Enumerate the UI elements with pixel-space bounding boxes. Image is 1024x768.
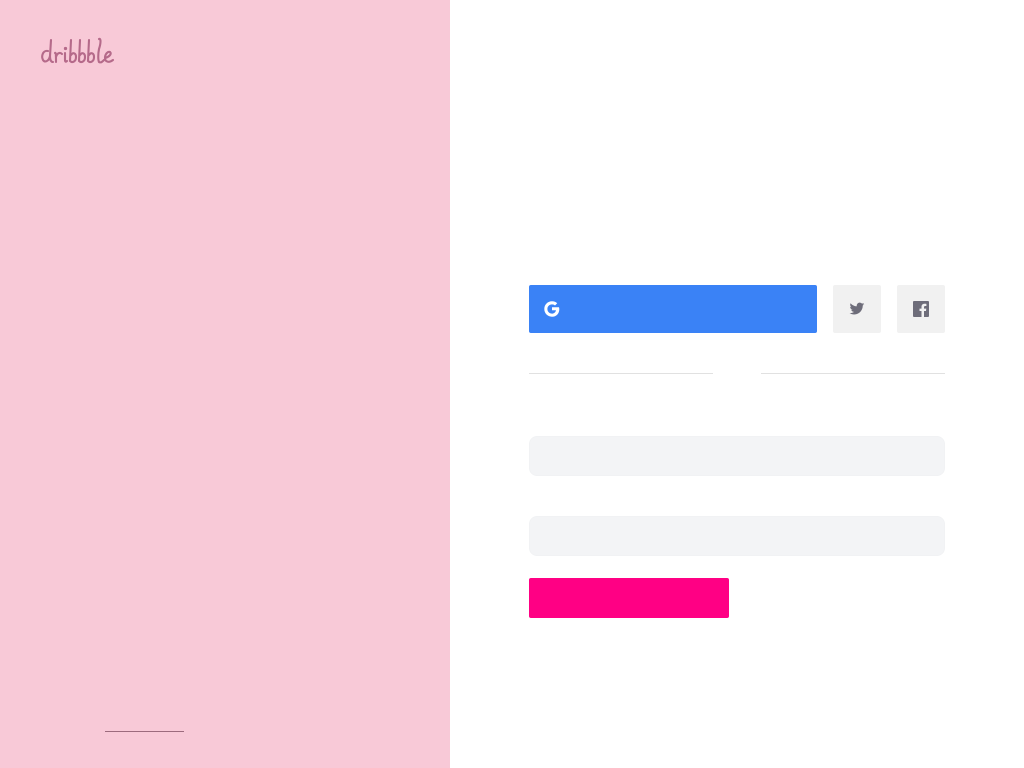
sign-in-page (0, 0, 1024, 768)
facebook-icon (913, 301, 929, 317)
divider-right (761, 373, 945, 374)
password-input[interactable] (529, 516, 945, 556)
dribbble-logo[interactable] (40, 34, 132, 68)
divider-left (529, 373, 713, 374)
sign-in-with-google-button[interactable] (529, 285, 817, 333)
form-panel (450, 0, 1024, 768)
brand-panel (0, 0, 450, 768)
google-icon (544, 301, 560, 317)
sign-in-with-twitter-button[interactable] (833, 285, 881, 333)
sign-in-with-facebook-button[interactable] (897, 285, 945, 333)
username-or-email-input[interactable] (529, 436, 945, 476)
footer-link-underline[interactable] (105, 731, 184, 732)
twitter-icon (849, 302, 865, 315)
sign-in-button[interactable] (529, 578, 729, 618)
